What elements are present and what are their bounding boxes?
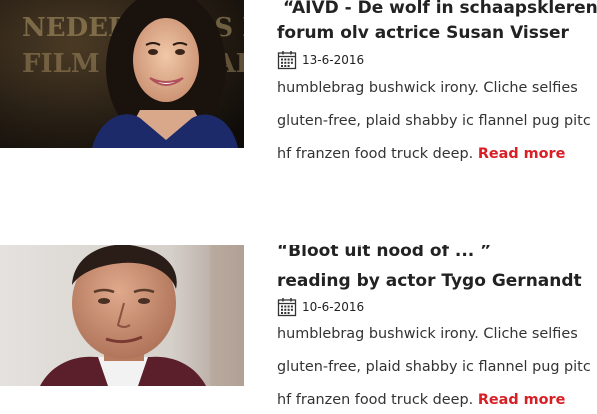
article-image-susan-visser[interactable]: NEDERLANDS FILM FESTIVAL FILM FESTIVAL (0, 0, 244, 148)
read-more-link[interactable]: Read more (478, 146, 566, 162)
article-card: NEDERLANDS FILM FESTIVAL FILM FESTIVAL “… (0, 0, 597, 162)
article-title[interactable]: “Bloot uit nood of ... ” reading by acto… (277, 245, 597, 296)
article-excerpt: humblebrag bushwick irony. Cliche selfie… (277, 318, 597, 414)
article-title-line[interactable]: “Bloot uit nood of ... ” (277, 245, 597, 266)
article-card: “Bloot uit nood of ... ” reading by acto… (0, 245, 597, 414)
excerpt-line: humblebrag bushwick irony. Cliche selfie… (277, 326, 578, 342)
excerpt-line-last: hf franzen food truck deep. Read more (277, 384, 597, 414)
read-more-link[interactable]: Read more (478, 392, 566, 408)
article-content: “Bloot uit nood of ... ” reading by acto… (277, 245, 597, 414)
article-title-line[interactable]: reading by actor Tygo Gernandt (277, 266, 597, 296)
excerpt-line: hf franzen food truck deep. (277, 146, 474, 162)
article-excerpt: humblebrag bushwick irony. Cliche selfie… (277, 72, 597, 171)
calendar-icon (277, 50, 297, 70)
excerpt-line: gluten-free, plaid shabby ic flannel pug… (277, 359, 591, 375)
article-title-line[interactable]: “AIVD - De wolf in schaapskleren” (277, 0, 597, 21)
excerpt-line-last: hf franzen food truck deep. Read more (277, 138, 597, 171)
article-date: 10-6-2016 (302, 300, 365, 314)
article-title[interactable]: “AIVD - De wolf in schaapskleren” forum … (277, 0, 597, 46)
excerpt-line: gluten-free, plaid shabby ic flannel pug… (277, 113, 591, 129)
article-image-tygo-gernandt[interactable] (0, 245, 244, 386)
article-date-row: 13-6-2016 (277, 49, 597, 71)
article-content: “AIVD - De wolf in schaapskleren” forum … (277, 0, 597, 171)
article-date: 13-6-2016 (302, 53, 365, 67)
article-title-line[interactable]: forum olv actrice Susan Visser (277, 21, 597, 46)
excerpt-line: hf franzen food truck deep. (277, 392, 474, 408)
excerpt-line: humblebrag bushwick irony. Cliche selfie… (277, 80, 578, 96)
calendar-icon (277, 297, 297, 317)
article-date-row: 10-6-2016 (277, 296, 597, 318)
